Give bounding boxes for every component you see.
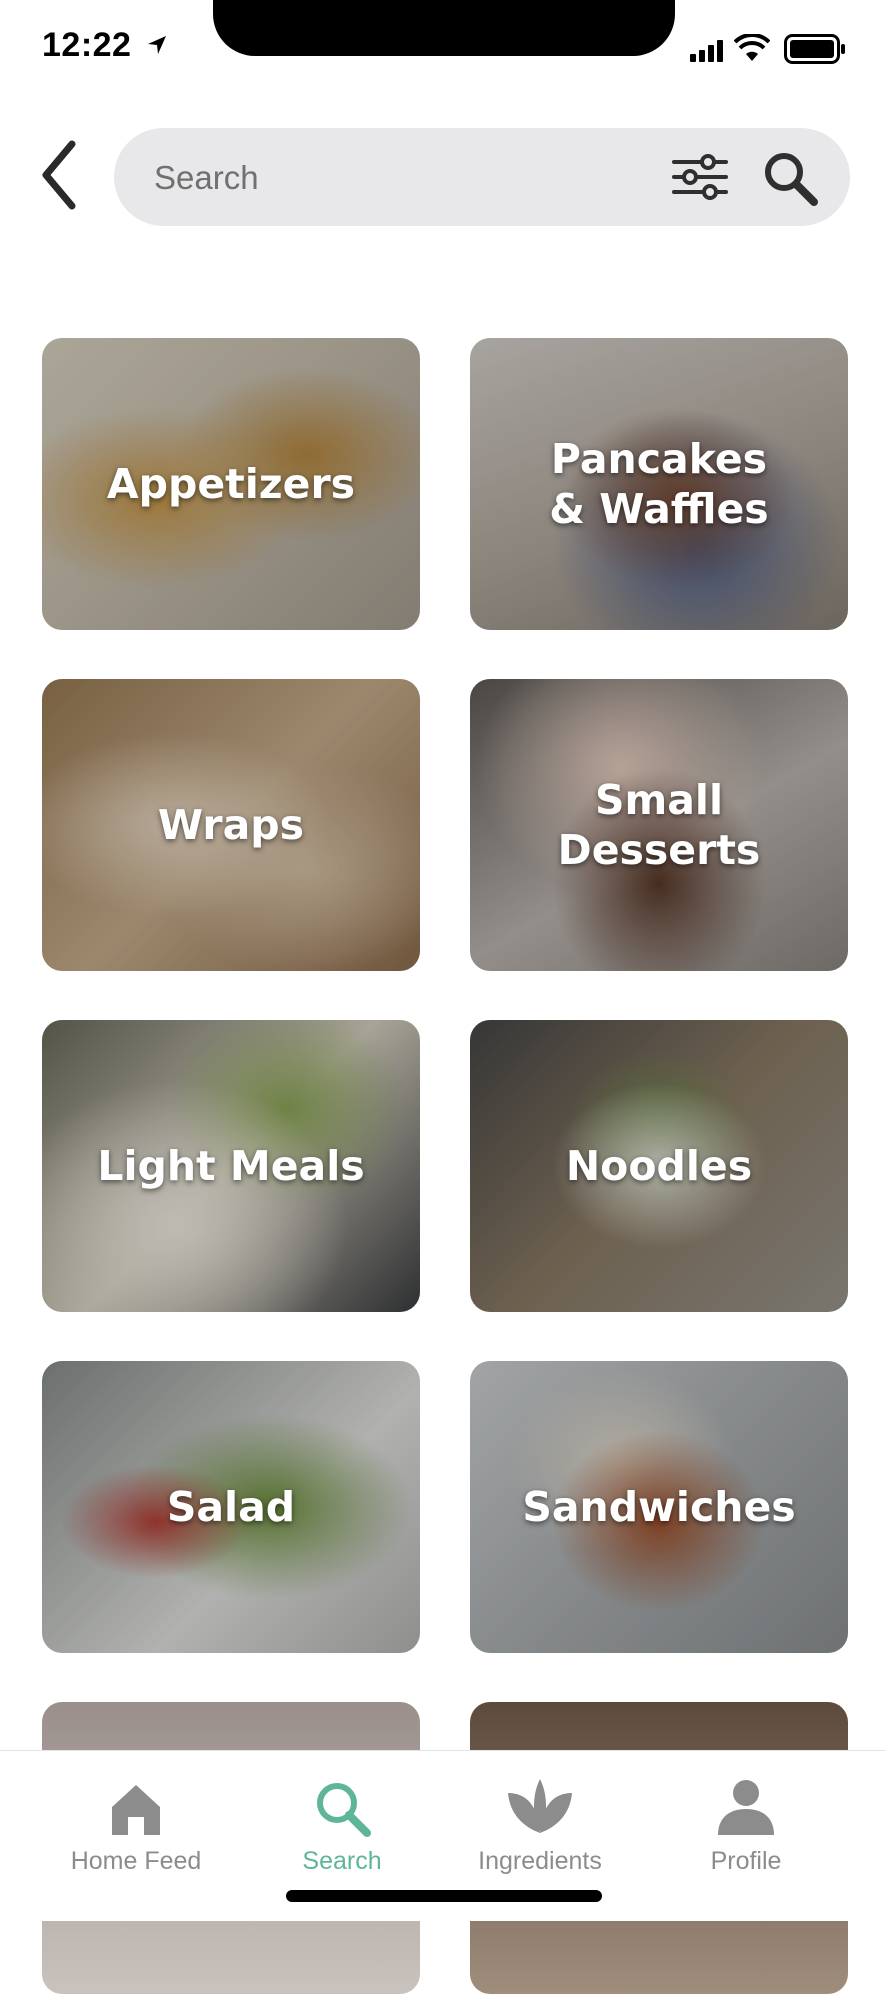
tab-label: Home Feed xyxy=(70,1847,202,1875)
device-notch xyxy=(213,0,675,56)
category-tile-wraps[interactable]: Wraps xyxy=(42,679,420,971)
status-time: 12:22 xyxy=(42,26,132,64)
category-label: Noodles xyxy=(565,1142,753,1190)
search-bar[interactable] xyxy=(114,128,850,226)
category-tile-appetizers[interactable]: Appetizers xyxy=(42,338,420,630)
search-icon[interactable] xyxy=(762,150,818,206)
category-label: Light Meals xyxy=(97,1142,365,1190)
tab-profile[interactable]: Profile xyxy=(646,1771,846,1881)
cellular-signal-icon xyxy=(690,40,723,62)
tab-label: Profile xyxy=(710,1847,782,1875)
category-tile-salad[interactable]: Salad xyxy=(42,1361,420,1653)
category-label: Pancakes & Waffles xyxy=(549,435,769,533)
category-label: Small Desserts xyxy=(557,776,761,874)
location-arrow-icon xyxy=(148,36,166,54)
home-icon xyxy=(112,1785,160,1835)
category-label: Wraps xyxy=(157,801,305,849)
category-label: Appetizers xyxy=(106,460,356,508)
category-tile-pancakes-waffles[interactable]: Pancakes & Waffles xyxy=(470,338,848,630)
category-tile-small-desserts[interactable]: Small Desserts xyxy=(470,679,848,971)
category-tile-sandwiches[interactable]: Sandwiches xyxy=(470,1361,848,1653)
category-label: Salad xyxy=(166,1483,296,1531)
category-tile-noodles[interactable]: Noodles xyxy=(470,1020,848,1312)
filter-sliders-icon[interactable] xyxy=(672,154,728,200)
leaf-icon xyxy=(508,1779,572,1833)
status-bar: 12:22 xyxy=(0,0,886,90)
search-input[interactable] xyxy=(152,150,656,206)
battery-icon xyxy=(784,34,845,64)
back-chevron-icon[interactable] xyxy=(40,140,80,210)
category-label: Sandwiches xyxy=(522,1483,796,1531)
search-icon xyxy=(317,1783,371,1837)
category-tile-light-meals[interactable]: Light Meals xyxy=(42,1020,420,1312)
person-icon xyxy=(718,1780,774,1835)
tab-label: Ingredients xyxy=(478,1847,602,1875)
tab-search[interactable]: Search xyxy=(242,1771,442,1881)
wifi-icon xyxy=(734,34,770,61)
tab-ingredients[interactable]: Ingredients xyxy=(440,1771,640,1881)
tab-home-feed[interactable]: Home Feed xyxy=(36,1771,236,1881)
home-indicator[interactable] xyxy=(286,1890,602,1902)
tab-label: Search xyxy=(302,1847,382,1875)
